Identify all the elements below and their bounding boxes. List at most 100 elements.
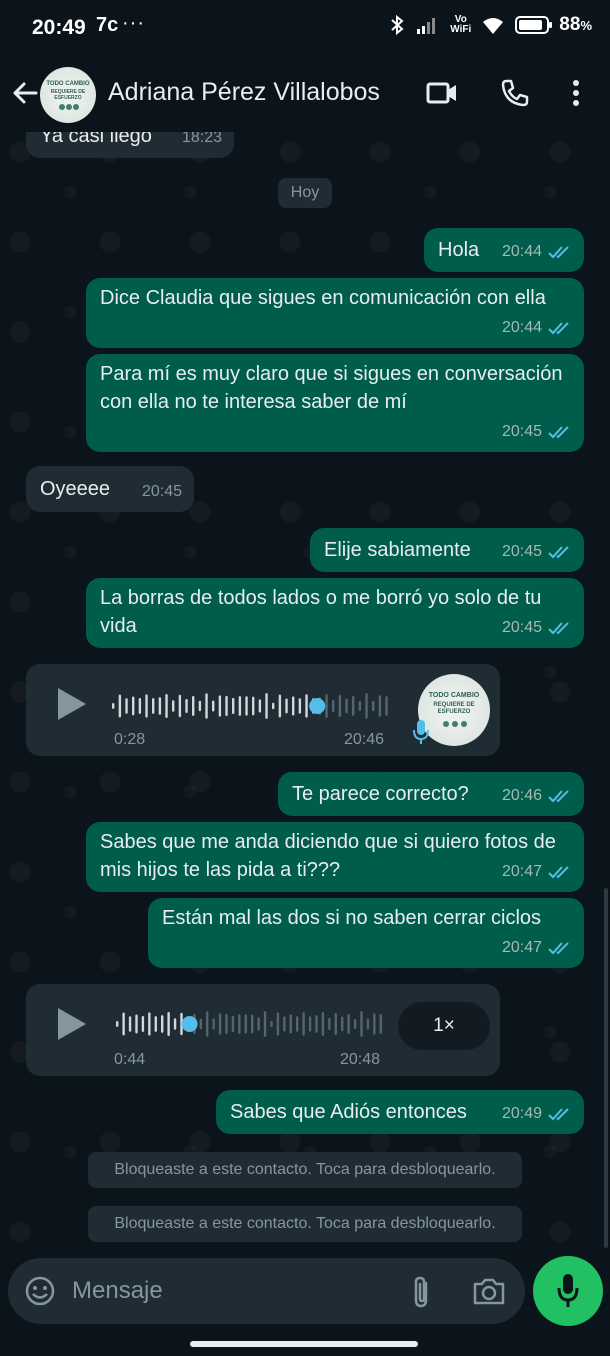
vowifi-bottom: WiFi — [450, 24, 472, 35]
message-meta: 20:45 — [502, 614, 572, 642]
playback-position-dot[interactable] — [181, 1016, 198, 1032]
waveform-bar — [218, 695, 222, 717]
waveform-bar — [345, 698, 348, 714]
message-meta: 20:44 — [502, 238, 572, 266]
message-text: Sabes que Adiós entonces — [230, 1101, 467, 1123]
message-time: 20:47 — [501, 939, 542, 956]
waveform-bar — [285, 698, 288, 714]
message-incoming[interactable]: Ya casi llego 18:23 — [26, 132, 234, 158]
contact-name[interactable]: Adriana Pérez Villalobos — [108, 78, 380, 107]
waveform-bar — [272, 702, 275, 710]
back-arrow-icon[interactable] — [10, 78, 40, 108]
play-icon[interactable] — [58, 1008, 86, 1040]
play-icon[interactable] — [58, 688, 86, 720]
message-input[interactable] — [72, 1270, 392, 1312]
avatar-text-2: REQUIERE DE — [433, 702, 475, 708]
waveform-bar — [302, 1012, 305, 1036]
message-text: Oyeeee — [40, 478, 111, 500]
message-meta: 20:47 — [502, 858, 572, 886]
waveform-bar — [332, 699, 335, 713]
voice-time: 20:46 — [344, 731, 385, 748]
waveform-bar — [212, 700, 215, 712]
waveform-bar — [305, 694, 308, 718]
waveform-bar — [347, 1014, 350, 1034]
status-bar: 20:49 7c ··· Vo WiFi 88% — [0, 0, 610, 56]
waveform-bar — [341, 1016, 344, 1032]
avatar-dots-icon — [443, 721, 467, 727]
playback-position-dot[interactable] — [309, 698, 326, 714]
voice-waveform[interactable] — [114, 1004, 384, 1044]
home-indicator[interactable] — [190, 1341, 418, 1347]
message-time: 20:47 — [501, 863, 542, 880]
waveform-bar — [315, 1014, 318, 1034]
waveform-bar — [334, 1012, 337, 1036]
system-message[interactable]: Bloqueaste a este contacto. Toca para de… — [88, 1152, 522, 1188]
waveform-bar — [352, 696, 355, 716]
waveform-bar — [252, 696, 255, 716]
voice-message[interactable]: 0:28 20:46 TODO CAMBIO REQUIERE DE ESFUE… — [26, 664, 500, 756]
message-outgoing[interactable]: Están mal las dos si no saben cerrar cic… — [148, 898, 584, 968]
voice-duration: 0:44 — [114, 1051, 146, 1068]
read-ticks-icon — [548, 622, 569, 635]
waveform-bar — [385, 696, 388, 716]
waveform-bar — [232, 697, 235, 715]
waveform-bar — [161, 1015, 164, 1033]
waveform-bar — [283, 1016, 286, 1032]
video-call-icon[interactable] — [426, 80, 458, 106]
attach-icon[interactable] — [410, 1275, 434, 1309]
message-text: Ya casi llego — [40, 132, 152, 147]
message-outgoing[interactable]: Sabes que Adiós entonces 20:49 — [216, 1090, 584, 1134]
waveform-bar — [238, 1014, 241, 1034]
phone-icon[interactable] — [500, 78, 530, 108]
voice-record-button[interactable] — [533, 1256, 603, 1326]
voice-waveform[interactable] — [110, 686, 390, 726]
message-meta: 20:45 — [502, 418, 572, 446]
waveform-bar — [165, 693, 168, 719]
avatar-text-1: TODO CAMBIO — [46, 81, 90, 87]
more-vert-icon[interactable] — [570, 78, 582, 108]
message-outgoing[interactable]: Para mí es muy claro que si sigues en co… — [86, 354, 584, 452]
waveform-bar — [257, 1017, 260, 1031]
waveform-bar — [212, 1018, 215, 1030]
message-incoming[interactable]: Oyeeee 20:45 — [26, 466, 194, 512]
status-dots: ··· — [122, 12, 145, 34]
message-time: 20:49 — [501, 1105, 542, 1122]
waveform-bar — [122, 1012, 125, 1036]
system-message[interactable]: Bloqueaste a este contacto. Toca para de… — [88, 1206, 522, 1242]
voice-message[interactable]: 0:44 20:48 1× — [26, 984, 500, 1076]
message-outgoing[interactable]: Hola 20:44 — [424, 228, 584, 272]
avatar-text-1: TODO CAMBIO — [428, 692, 480, 699]
status-extra: 7c — [96, 14, 119, 36]
waveform-bar — [178, 694, 182, 718]
message-outgoing[interactable]: Dice Claudia que sigues en comunicación … — [86, 278, 584, 348]
message-text: Dice Claudia que sigues en comunicación … — [100, 287, 546, 309]
waveform-bar — [205, 693, 208, 719]
waveform-bar — [365, 693, 368, 719]
waveform-bar — [373, 1013, 376, 1035]
emoji-icon[interactable] — [24, 1275, 56, 1307]
date-chip: Hoy — [278, 178, 332, 208]
chat-area[interactable]: Ya casi llego 18:23 Hoy Hola 20:44 Dice … — [0, 132, 610, 1256]
voice-time: 20:48 — [340, 1051, 381, 1068]
playback-speed-button[interactable]: 1× — [398, 1002, 490, 1050]
message-field[interactable] — [8, 1258, 525, 1324]
waveform-bar — [251, 1014, 254, 1034]
message-meta: 20:49 — [502, 1100, 572, 1128]
battery-value: 88 — [559, 14, 581, 35]
message-outgoing[interactable]: Elije sabiamente 20:45 — [310, 528, 584, 572]
camera-icon[interactable] — [472, 1276, 506, 1306]
contact-avatar[interactable]: TODO CAMBIO REQUIERE DE ESFUERZO — [40, 67, 96, 123]
message-outgoing[interactable]: Te parece correcto? 20:46 — [278, 772, 584, 816]
waveform-bar — [132, 696, 135, 716]
scrollbar[interactable] — [604, 888, 608, 1248]
waveform-bar — [231, 1015, 235, 1033]
message-meta: 20:45 — [502, 538, 572, 566]
waveform-bar — [328, 1017, 331, 1031]
message-outgoing[interactable]: La borras de todos lados o me borró yo s… — [86, 578, 584, 648]
message-meta: 20:44 — [502, 314, 572, 342]
status-time: 20:49 — [32, 16, 86, 39]
message-meta: 20:46 — [502, 782, 572, 810]
waveform-bar — [218, 1013, 222, 1035]
message-outgoing[interactable]: Sabes que me anda diciendo que si quiero… — [86, 822, 584, 892]
message-text: Para mí es muy claro que si sigues en co… — [100, 363, 563, 413]
